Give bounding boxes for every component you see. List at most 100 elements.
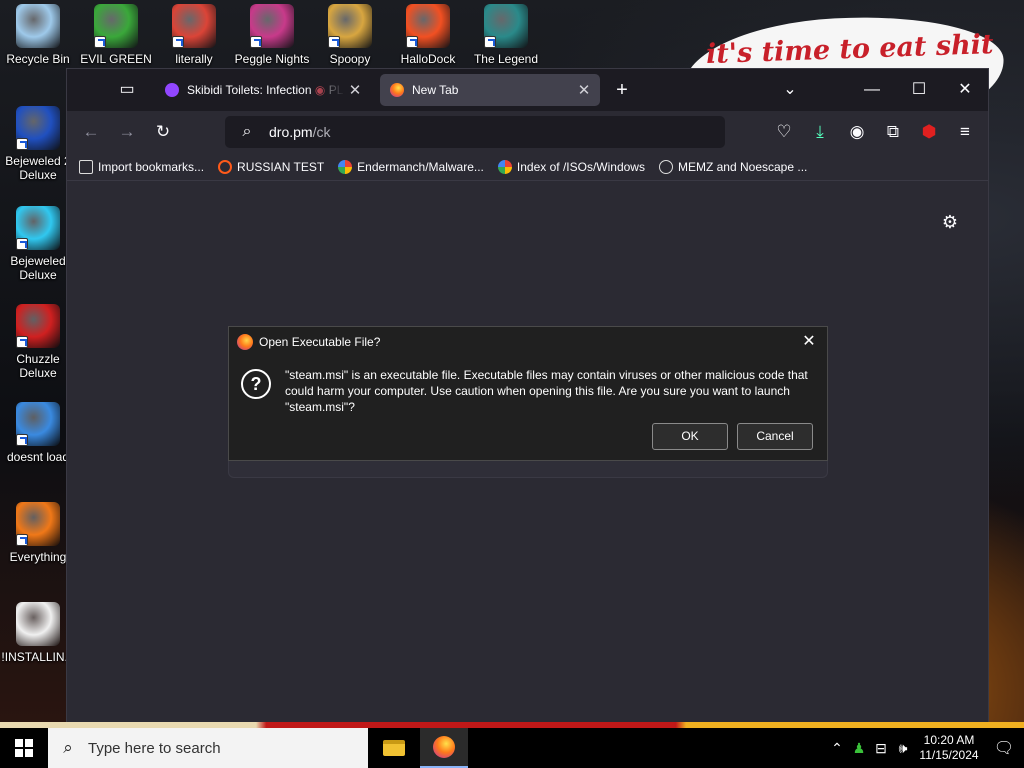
thunderbird-icon [16, 402, 60, 446]
peggle-icon [250, 4, 294, 48]
reload-button[interactable]: ↻ [151, 121, 175, 143]
dialog-close-button[interactable]: ✕ [797, 331, 821, 353]
taskbar-search[interactable]: ⌕ Type here to search [48, 728, 368, 768]
desktop-icon[interactable]: Spoopy [312, 4, 388, 66]
search-icon: ⌕ [63, 738, 73, 757]
diamond-icon [16, 206, 60, 250]
forward-button[interactable]: → [115, 121, 139, 143]
shortcut-arrow-icon [406, 36, 418, 48]
clock-date: 11/15/2024 [919, 748, 979, 762]
shortcut-arrow-icon [484, 36, 496, 48]
desktop-icon[interactable]: Bejeweled 2 Deluxe [0, 106, 76, 182]
tab-skibidi[interactable]: Skibidi Toilets: Infection ◉ PL ✕ [155, 74, 371, 106]
bookmark-isos-windows[interactable]: Index of /ISOs/Windows [497, 159, 645, 174]
desktop-icon[interactable]: EVIL GREEN [78, 4, 154, 66]
bookmarks-toolbar: Import bookmarks... RUSSIAN TEST Enderma… [67, 153, 988, 181]
taskbar-firefox[interactable] [420, 728, 468, 768]
desktop-icon[interactable]: doesnt load [0, 402, 76, 464]
start-button[interactable] [0, 728, 48, 768]
shortcut-arrow-icon [16, 336, 28, 348]
bookmark-endermanch[interactable]: Endermanch/Malware... [338, 159, 484, 174]
desktop-icon-label: HalloDock [400, 52, 456, 66]
messenger-people-icon [94, 4, 138, 48]
shortcut-arrow-icon [16, 138, 28, 150]
shortcut-arrow-icon [250, 36, 262, 48]
clock[interactable]: 10:20 AM 11/15/2024 [914, 733, 984, 763]
russian-test-icon [218, 159, 233, 174]
desktop-icon[interactable]: Everything [0, 502, 76, 564]
ublock-origin-icon[interactable]: ⬢ [917, 121, 941, 143]
bejeweled2-icon [16, 106, 60, 150]
windows-logo-icon [406, 4, 450, 48]
tab-close-icon[interactable]: ✕ [574, 81, 594, 99]
desktop-icon[interactable]: HalloDock [390, 4, 466, 66]
notification-icon[interactable]: 🗨 [984, 738, 1024, 758]
open-executable-dialog: Open Executable File? ✕ ? "steam.msi" is… [228, 326, 828, 461]
firefox-icon [390, 83, 404, 97]
desktop-icon-label: Spoopy [329, 52, 371, 66]
spoopy-icon [328, 4, 372, 48]
extensions-icon[interactable]: ⧉ [881, 121, 905, 143]
desktop-icon[interactable]: Peggle Nights [234, 4, 310, 66]
volume-icon[interactable]: 🕪 [892, 740, 914, 757]
desktop-icon[interactable]: The Legend [468, 4, 544, 66]
twitch-icon [165, 83, 179, 97]
user-status-icon[interactable]: ♟ [848, 740, 870, 757]
firefox-icon [237, 334, 253, 350]
minimize-button[interactable]: — [860, 79, 884, 101]
desktop-icon-label: !INSTALLIN... [1, 650, 75, 664]
desktop-icon-label: doesnt load [6, 450, 70, 464]
desktop-icon-label: EVIL GREEN [80, 52, 152, 66]
network-icon[interactable]: ⊟ [870, 740, 892, 757]
cancel-button[interactable]: Cancel [737, 423, 813, 450]
desktop-icon[interactable]: !INSTALLIN... [0, 602, 76, 664]
desktop-icon-label: Everything [9, 550, 67, 564]
desktop-icon-label: Chuzzle Deluxe [16, 352, 60, 380]
account-icon[interactable]: ◉ [845, 121, 869, 143]
gear-icon[interactable]: ⚙ [942, 212, 958, 233]
tab-new-tab[interactable]: New Tab ✕ [380, 74, 600, 106]
tab-title: Skibidi Toilets: Infection ◉ PL [187, 83, 344, 97]
desktop-icon-label: Bejeweled 2 Deluxe [5, 154, 71, 182]
google-icon [338, 159, 353, 174]
back-button[interactable]: ← [79, 121, 103, 143]
bookmark-import[interactable]: Import bookmarks... [79, 159, 204, 174]
maximize-button[interactable]: ☐ [907, 79, 931, 101]
shortcut-arrow-icon [16, 238, 28, 250]
dialog-title: Open Executable File? [259, 335, 381, 349]
bookmark-russian-test[interactable]: RUSSIAN TEST [218, 159, 324, 174]
desktop-icon[interactable]: Chuzzle Deluxe [0, 304, 76, 380]
dialog-message: "steam.msi" is an executable file. Execu… [285, 368, 808, 414]
desktop-icon-label: Peggle Nights [234, 52, 310, 66]
menu-icon[interactable]: ≡ [953, 121, 977, 143]
character-icon [484, 4, 528, 48]
google-icon [497, 159, 512, 174]
taskbar-file-explorer[interactable] [370, 728, 418, 768]
taskbar: ⌕ Type here to search ⌃ ♟ ⊟ 🕪 10:20 AM 1… [0, 728, 1024, 768]
url-bar[interactable]: ⌕ dro.pm/ck [225, 116, 725, 148]
bookmark-memz[interactable]: MEMZ and Noescape ... [658, 159, 807, 174]
desktop-icon[interactable]: Bejeweled Deluxe [0, 206, 76, 282]
url-text: dro.pm/ck [269, 124, 331, 140]
pocket-icon[interactable]: ♡ [772, 121, 796, 143]
new-tab-button[interactable]: + [610, 79, 634, 101]
import-icon [79, 159, 93, 174]
downloads-icon[interactable]: ⤓ [808, 121, 832, 143]
firefox-icon [433, 736, 455, 758]
list-all-tabs-icon[interactable]: ⌄ [778, 79, 802, 101]
tab-title: New Tab [412, 83, 459, 97]
tab-close-icon[interactable]: ✕ [345, 81, 365, 99]
shortcut-arrow-icon [16, 534, 28, 546]
close-window-button[interactable]: ✕ [953, 79, 977, 101]
chuzzle-icon [16, 304, 60, 348]
shortcut-arrow-icon [172, 36, 184, 48]
firefox-view-icon[interactable]: ▭ [115, 79, 139, 101]
ok-button[interactable]: OK [652, 423, 728, 450]
desktop-icon[interactable]: literally [156, 4, 232, 66]
recycle-bin-icon [16, 4, 60, 48]
desktop-icon[interactable]: Recycle Bin [0, 4, 76, 66]
shortcut-arrow-icon [328, 36, 340, 48]
chevron-up-icon[interactable]: ⌃ [826, 740, 848, 757]
nav-bar: ← → ↻ ⌕ dro.pm/ck ♡ ⤓ ◉ ⧉ ⬢ ≡ [67, 111, 988, 153]
search-icon: ⌕ [242, 123, 252, 140]
